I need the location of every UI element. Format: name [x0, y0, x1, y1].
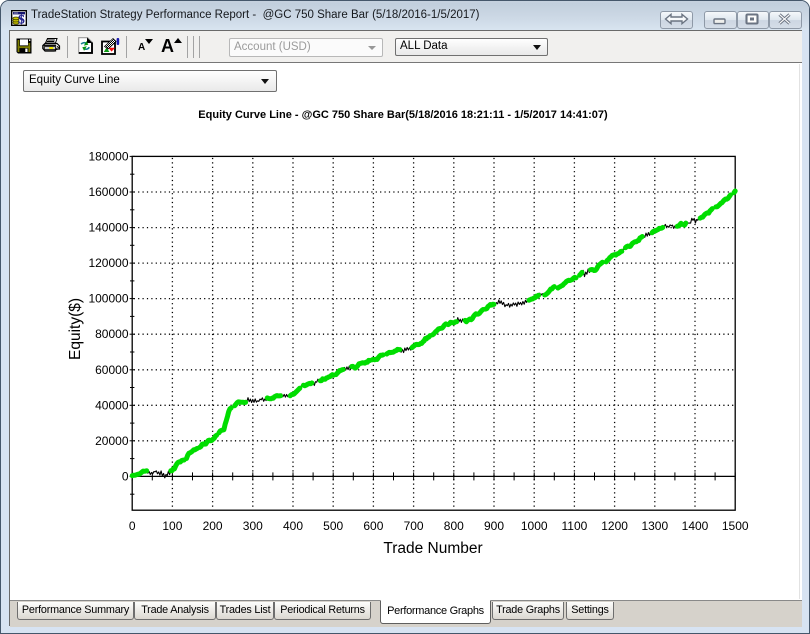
svg-text:100000: 100000: [88, 292, 128, 306]
svg-text:600: 600: [363, 519, 383, 533]
svg-text:0: 0: [129, 519, 136, 533]
svg-text:1100: 1100: [561, 519, 587, 533]
svg-text:1000: 1000: [521, 519, 548, 533]
svg-text:300: 300: [243, 519, 263, 533]
svg-text:900: 900: [484, 519, 504, 533]
svg-text:400: 400: [283, 519, 303, 533]
svg-text:100: 100: [162, 519, 182, 533]
svg-text:1200: 1200: [601, 519, 628, 533]
svg-text:160000: 160000: [88, 185, 128, 199]
svg-text:180000: 180000: [88, 149, 128, 163]
svg-text:80000: 80000: [95, 327, 129, 341]
svg-text:0: 0: [122, 469, 129, 483]
svg-text:200: 200: [203, 519, 223, 533]
svg-text:500: 500: [323, 519, 343, 533]
svg-text:Equity($): Equity($): [67, 298, 84, 360]
svg-text:Trade Number: Trade Number: [383, 540, 482, 557]
svg-text:40000: 40000: [95, 398, 129, 412]
svg-text:20000: 20000: [95, 434, 129, 448]
svg-text:120000: 120000: [88, 256, 128, 270]
svg-text:700: 700: [404, 519, 424, 533]
svg-text:1300: 1300: [641, 519, 668, 533]
svg-text:1500: 1500: [722, 519, 749, 533]
svg-text:60000: 60000: [95, 363, 129, 377]
svg-text:1400: 1400: [682, 519, 709, 533]
svg-text:140000: 140000: [88, 221, 128, 235]
svg-text:800: 800: [444, 519, 464, 533]
